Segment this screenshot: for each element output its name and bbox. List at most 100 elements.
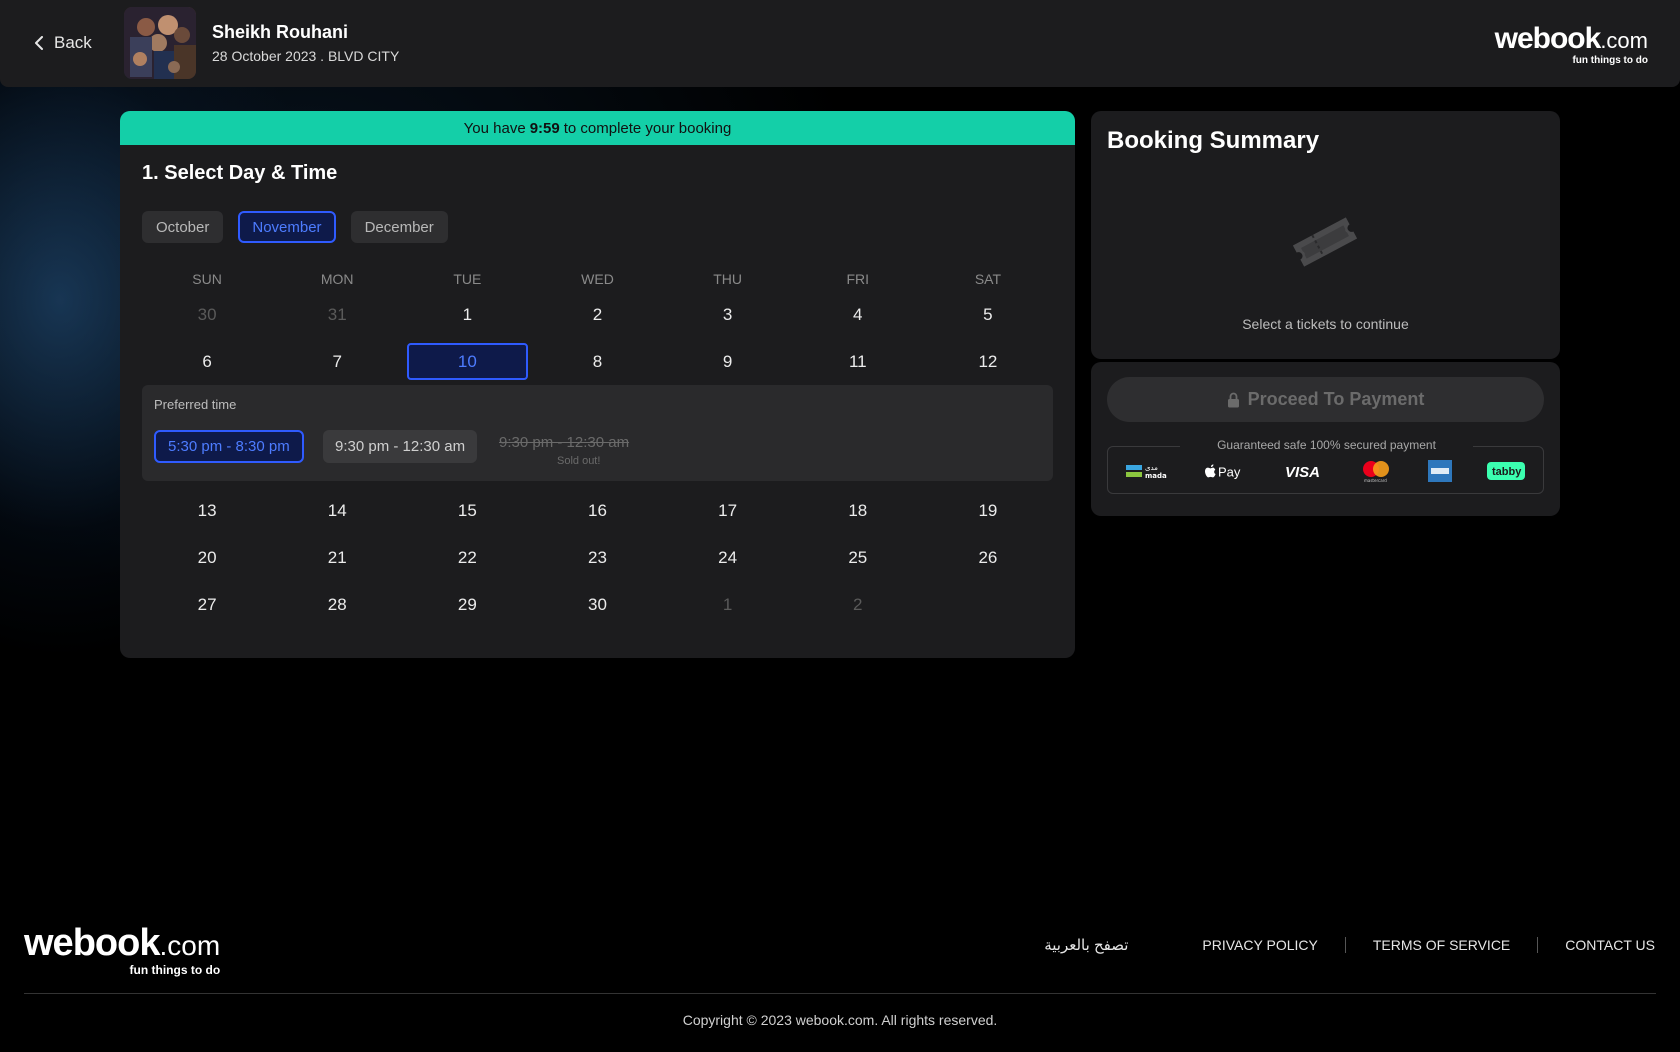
apple-pay-icon: Pay xyxy=(1203,461,1247,481)
calendar-week: 13 14 15 16 17 18 19 xyxy=(142,487,1053,534)
calendar-day[interactable]: 12 xyxy=(923,338,1053,385)
time-slot-selected[interactable]: 5:30 pm - 8:30 pm xyxy=(154,430,304,463)
calendar-week: 27 28 29 30 1 2 xyxy=(142,581,1053,628)
proceed-to-payment-button[interactable]: Proceed To Payment xyxy=(1107,377,1544,422)
ticket-icon xyxy=(1292,217,1358,267)
time-slot[interactable]: 9:30 pm - 12:30 am xyxy=(323,430,478,463)
chevron-left-icon xyxy=(35,36,43,50)
booking-summary-panel: Booking Summary Select a tickets to cont… xyxy=(1091,111,1560,359)
back-label: Back xyxy=(54,33,92,52)
weekday-label: MON xyxy=(320,271,354,287)
month-selector: October November December xyxy=(142,211,448,243)
footer-links: تصفح بالعربية PRIVACY POLICY TERMS OF SE… xyxy=(1017,936,1655,954)
svg-text:tabby: tabby xyxy=(1492,466,1522,478)
arabic-language-link[interactable]: تصفح بالعربية xyxy=(1017,936,1175,954)
calendar-day[interactable]: 2 xyxy=(532,291,662,338)
weekday-header: SUN MON TUE WED THU FRI SAT xyxy=(142,271,1053,291)
footer-webook-logo[interactable]: webook.com fun things to do xyxy=(24,924,220,977)
webook-logo[interactable]: webook.com fun things to do xyxy=(1494,22,1648,67)
booking-summary-title: Booking Summary xyxy=(1107,127,1320,154)
calendar-day[interactable]: 6 xyxy=(142,338,272,385)
event-title: Sheikh Rouhani xyxy=(212,22,349,42)
svg-text:Pay: Pay xyxy=(1218,465,1241,480)
calendar-day[interactable]: 7 xyxy=(272,338,402,385)
logo-word: webook xyxy=(1494,22,1602,55)
lock-icon xyxy=(1227,392,1239,407)
weekday-label: WED xyxy=(581,271,614,287)
back-button[interactable]: Back xyxy=(34,30,92,56)
terms-of-service-link[interactable]: TERMS OF SERVICE xyxy=(1346,937,1537,953)
timer-suffix: to complete your booking xyxy=(563,119,732,137)
calendar-day-outside: 31 xyxy=(327,304,347,324)
calendar-day[interactable]: 21 xyxy=(272,534,402,581)
calendar-day[interactable]: 18 xyxy=(793,487,923,534)
calendar-day[interactable]: 17 xyxy=(663,487,793,534)
calendar-day[interactable]: 9 xyxy=(663,338,793,385)
mastercard-icon: mastercard xyxy=(1360,459,1392,483)
secure-payment-text: Guaranteed safe 100% secured payment xyxy=(1180,438,1473,452)
timer-value: 9:59 xyxy=(529,119,560,137)
calendar-day[interactable]: 19 xyxy=(923,487,1053,534)
calendar-day[interactable]: 30 xyxy=(532,581,662,628)
calendar-day[interactable]: 15 xyxy=(402,487,532,534)
secure-payment-box: Guaranteed safe 100% secured payment مدى… xyxy=(1107,438,1544,494)
month-tab-november[interactable]: November xyxy=(238,211,336,243)
calendar-day[interactable]: 8 xyxy=(532,338,662,385)
calendar-day[interactable]: 11 xyxy=(793,338,923,385)
calendar-day[interactable]: 13 xyxy=(142,487,272,534)
date-time-panel: You have 9:59 to complete your booking 1… xyxy=(120,111,1075,658)
calendar-day[interactable]: 25 xyxy=(793,534,923,581)
calendar-day[interactable]: 4 xyxy=(793,291,923,338)
calendar-day[interactable]: 23 xyxy=(532,534,662,581)
calendar-day[interactable]: 26 xyxy=(923,534,1053,581)
copyright-text: Copyright © 2023 webook.com. All rights … xyxy=(682,1012,998,1028)
calendar-day-outside: 2 xyxy=(853,594,863,614)
month-tab-october[interactable]: October xyxy=(142,211,224,243)
preferred-time-section: Preferred time 5:30 pm - 8:30 pm 9:30 pm… xyxy=(142,385,1053,481)
svg-text:VISA: VISA xyxy=(1285,464,1320,479)
american-express-icon xyxy=(1427,460,1452,482)
weekday-label: TUE xyxy=(453,271,482,287)
calendar-day[interactable]: 5 xyxy=(923,291,1053,338)
weekday-label: SUN xyxy=(192,271,222,287)
calendar-day[interactable]: 27 xyxy=(142,581,272,628)
calendar: SUN MON TUE WED THU FRI SAT 30 31 1 2 3 … xyxy=(142,271,1053,628)
calendar-day[interactable]: 16 xyxy=(532,487,662,534)
calendar-day-selected[interactable]: 10 xyxy=(402,338,532,385)
payment-panel: Proceed To Payment Guaranteed safe 100% … xyxy=(1091,362,1560,516)
visa-icon: VISA xyxy=(1283,463,1325,479)
logo-tagline: fun things to do xyxy=(1572,55,1648,66)
calendar-day[interactable]: 1 xyxy=(402,291,532,338)
calendar-week: 6 7 10 8 9 11 12 xyxy=(142,338,1053,385)
sold-out-label: Sold out! xyxy=(557,455,601,467)
pay-button-label: Proceed To Payment xyxy=(1247,389,1425,409)
calendar-day[interactable]: 22 xyxy=(402,534,532,581)
calendar-week: 20 21 22 23 24 25 26 xyxy=(142,534,1053,581)
month-tab-december[interactable]: December xyxy=(350,211,448,243)
selected-day-number: 10 xyxy=(406,343,528,380)
payment-methods: مدى mada Pay VISA mastercard tabby xyxy=(1108,457,1543,485)
calendar-day-outside: 30 xyxy=(197,304,217,324)
calendar-day[interactable]: 14 xyxy=(272,487,402,534)
contact-us-link[interactable]: CONTACT US xyxy=(1538,937,1655,953)
booking-timer-bar: You have 9:59 to complete your booking xyxy=(120,111,1075,145)
logo-com: .com xyxy=(1600,28,1648,53)
svg-text:مدى: مدى xyxy=(1145,464,1158,472)
calendar-day[interactable]: 28 xyxy=(272,581,402,628)
timer-prefix: You have xyxy=(463,119,526,137)
calendar-day[interactable]: 29 xyxy=(402,581,532,628)
calendar-week: 30 31 1 2 3 4 5 xyxy=(142,291,1053,338)
privacy-policy-link[interactable]: PRIVACY POLICY xyxy=(1175,937,1344,953)
weekday-label: FRI xyxy=(846,271,870,287)
calendar-day[interactable]: 3 xyxy=(663,291,793,338)
footer-logo-word: webook xyxy=(24,922,160,964)
svg-text:mada: mada xyxy=(1145,472,1167,480)
event-date-venue: 28 October 2023 . BLVD CITY xyxy=(212,48,400,64)
calendar-day[interactable]: 20 xyxy=(142,534,272,581)
calendar-day[interactable]: 24 xyxy=(663,534,793,581)
step-title: 1. Select Day & Time xyxy=(142,162,338,184)
footer-logo-com: .com xyxy=(159,930,221,961)
tabby-icon: tabby xyxy=(1487,462,1526,480)
time-slot-sold-out: 9:30 pm - 12:30 am xyxy=(499,433,630,451)
weekday-label: THU xyxy=(713,271,743,287)
